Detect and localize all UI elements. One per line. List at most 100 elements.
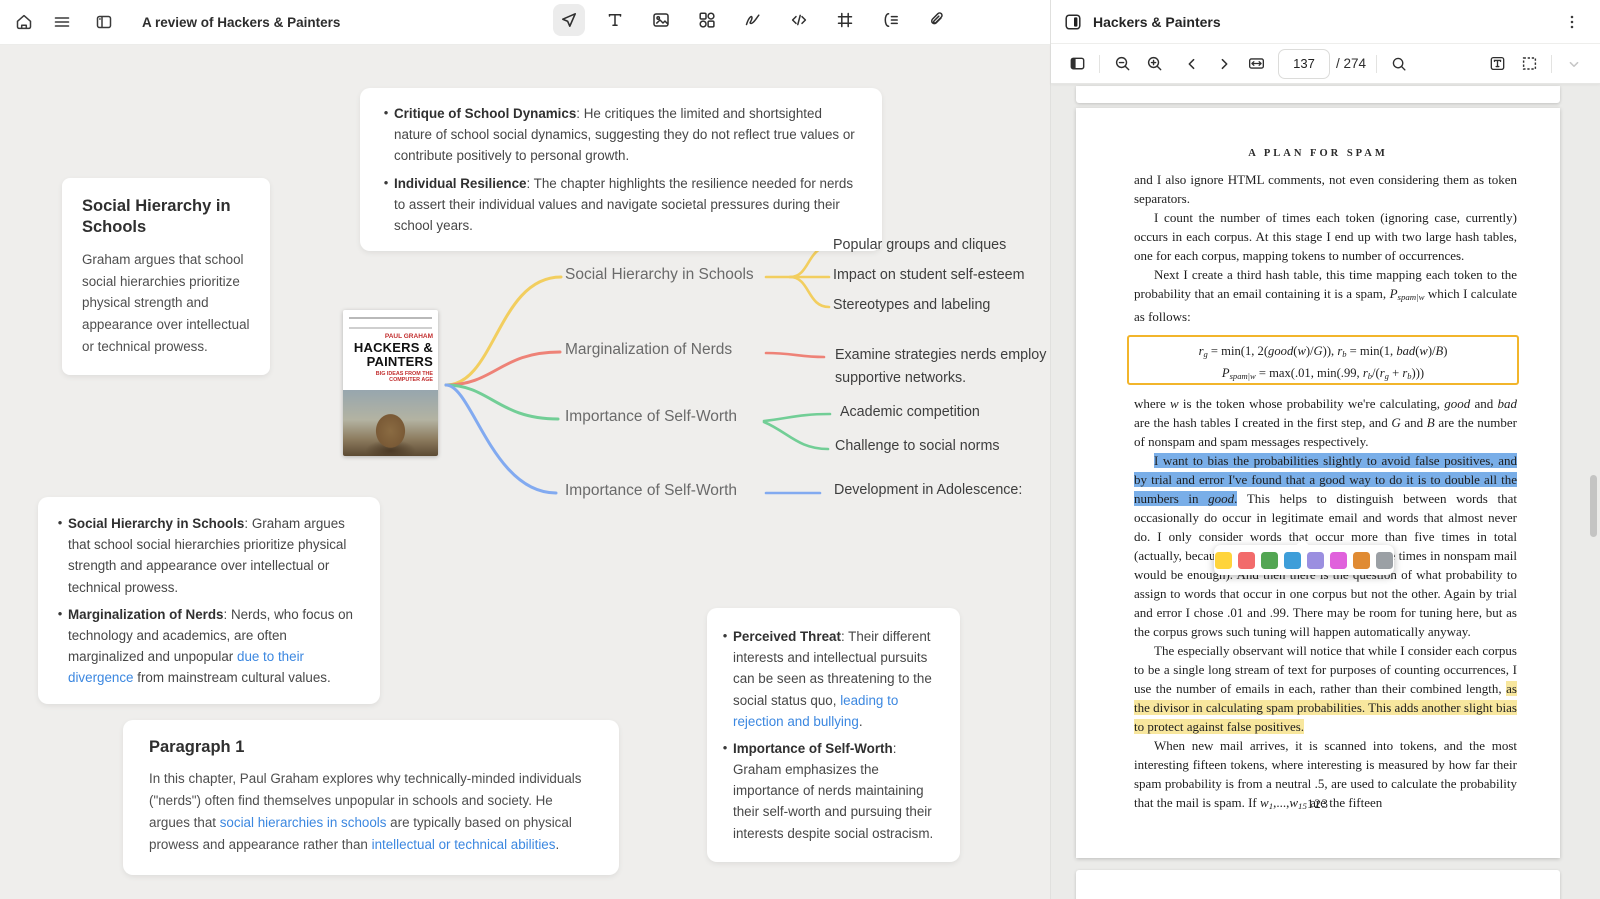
draw-tool-button[interactable] <box>737 4 769 36</box>
mindmap-node-social-hierarchy[interactable]: Social Hierarchy in Schools <box>565 266 754 284</box>
chevron-right-icon <box>1215 55 1233 73</box>
search-button[interactable] <box>1383 48 1415 80</box>
paragraph: I count the number of times each token (… <box>1134 208 1517 265</box>
chevron-left-icon <box>1183 55 1201 73</box>
shapes-icon <box>697 10 717 30</box>
image-icon <box>651 10 671 30</box>
paragraph: Next I create a third hash table, this t… <box>1134 265 1517 326</box>
cursor-icon <box>559 10 579 30</box>
divider <box>1551 55 1552 73</box>
zoom-in-icon <box>1145 54 1164 73</box>
zoom-in-button[interactable] <box>1138 48 1170 80</box>
page-total: / 274 <box>1336 56 1366 71</box>
zoom-out-icon <box>1113 54 1132 73</box>
book-subtitle: BIG IDEAS FROM THE COMPUTER AGE <box>343 369 438 386</box>
menu-button[interactable] <box>46 6 78 38</box>
paragraph: and I also ignore HTML comments, not eve… <box>1134 170 1517 208</box>
sidebar-toggle-button[interactable] <box>88 6 120 38</box>
mindmap-leaf[interactable]: Challenge to social norms <box>835 438 1000 454</box>
color-swatch-yellow[interactable] <box>1215 552 1232 569</box>
next-page-button[interactable] <box>1208 48 1240 80</box>
top-notes-card[interactable]: • Critique of School Dynamics: He critiq… <box>360 88 882 251</box>
area-select-mode-button[interactable] <box>1513 48 1545 80</box>
fit-width-button[interactable] <box>1240 48 1272 80</box>
color-swatch-magenta[interactable] <box>1330 552 1347 569</box>
frame-tool-button[interactable] <box>829 4 861 36</box>
outline-tool-button[interactable] <box>875 4 907 36</box>
book-cover[interactable]: PAUL GRAHAM HACKERS & PAINTERS BIG IDEAS… <box>343 310 438 456</box>
display-mode-dropdown[interactable] <box>1558 48 1590 80</box>
paragraph: where w is the token whose probability w… <box>1134 394 1517 451</box>
paragraph-card[interactable]: Paragraph 1 In this chapter, Paul Graham… <box>123 720 619 875</box>
divider <box>1099 55 1100 73</box>
canvas[interactable]: Social Hierarchy in Schools Graham argue… <box>0 44 1050 899</box>
mindmap-node-self-worth-2[interactable]: Importance of Self-Worth <box>565 482 737 500</box>
image-tool-button[interactable] <box>645 4 677 36</box>
bullet-dot: • <box>717 738 733 759</box>
color-swatch-orange[interactable] <box>1353 552 1370 569</box>
text-tool-button[interactable] <box>599 4 631 36</box>
attachment-tool-button[interactable] <box>921 4 953 36</box>
bullet-dot: • <box>52 513 68 534</box>
mindmap-leaf[interactable]: Impact on student self-esteem <box>833 267 1025 283</box>
pdf-toolbar: / 274 <box>1051 44 1600 84</box>
mindmap-node-marginalization[interactable]: Marginalization of Nerds <box>565 341 732 359</box>
paperclip-icon <box>927 10 947 30</box>
color-swatch-green[interactable] <box>1261 552 1278 569</box>
book-title-line1: HACKERS & <box>343 340 438 354</box>
bullet-text: Marginalization of Nerds: Nerds, who foc… <box>68 604 362 689</box>
book-author: PAUL GRAHAM <box>343 331 438 340</box>
color-swatch-blue[interactable] <box>1284 552 1301 569</box>
mindmap-node-self-worth-1[interactable]: Importance of Self-Worth <box>565 408 737 426</box>
prev-page-button[interactable] <box>1176 48 1208 80</box>
branch-line-yellow <box>446 277 561 385</box>
frame-grid-icon <box>835 10 855 30</box>
color-swatch-purple[interactable] <box>1307 552 1324 569</box>
zoom-out-button[interactable] <box>1106 48 1138 80</box>
list-item: • Critique of School Dynamics: He critiq… <box>378 103 858 167</box>
whiteboard-pane: A review of Hackers & Painters <box>0 0 1050 899</box>
summary-card[interactable]: Social Hierarchy in Schools Graham argue… <box>62 178 270 375</box>
select-tool-button[interactable] <box>553 4 585 36</box>
page-number-input[interactable] <box>1278 49 1330 79</box>
home-icon <box>14 12 34 32</box>
summary-card-body: Graham argues that school social hierarc… <box>82 249 250 358</box>
pdf-scrollbar-thumb[interactable] <box>1590 475 1597 537</box>
branch-line-red <box>446 352 560 385</box>
text-select-mode-button[interactable] <box>1481 48 1513 80</box>
pdf-title: Hackers & Painters <box>1093 14 1556 30</box>
pdf-viewer[interactable]: A PLAN FOR SPAM and I also ignore HTML c… <box>1051 84 1600 899</box>
shapes-tool-button[interactable] <box>691 4 723 36</box>
mindmap-leaf-clipped[interactable]: Examine strategies nerds employ to r sup… <box>835 344 1050 390</box>
list-item: • Individual Resilience: The chapter hig… <box>378 173 858 237</box>
mindmap-leaf[interactable]: Stereotypes and labeling <box>833 297 990 313</box>
left-notes-card[interactable]: • Social Hierarchy in Schools: Graham ar… <box>38 497 380 704</box>
topbar: A review of Hackers & Painters <box>0 0 1050 45</box>
code-tool-button[interactable] <box>783 4 815 36</box>
leaf-line: supportive networks. <box>835 367 1050 390</box>
mindmap-leaf[interactable]: Academic competition <box>840 404 980 420</box>
color-swatch-gray[interactable] <box>1376 552 1393 569</box>
formula-line-1: rg = min(1, 2(good(w)/G)), rb = min(1, b… <box>1129 342 1517 364</box>
fit-width-icon <box>1247 54 1266 73</box>
sidebar-panel-icon <box>94 12 114 32</box>
home-button[interactable] <box>8 6 40 38</box>
mindmap-leaf[interactable]: Development in Adolescence: <box>834 482 1022 498</box>
pen-scribble-icon <box>743 10 763 30</box>
pdf-page: A PLAN FOR SPAM and I also ignore HTML c… <box>1076 108 1560 858</box>
branch-line-green <box>446 385 558 419</box>
right-notes-card[interactable]: • Perceived Threat: Their different inte… <box>707 608 960 862</box>
mindmap-leaf[interactable]: Popular groups and cliques <box>833 237 1006 253</box>
pdf-sidebar-toggle-button[interactable] <box>1061 48 1093 80</box>
color-swatch-red[interactable] <box>1238 552 1255 569</box>
bullet-dot: • <box>717 626 733 647</box>
area-select-icon <box>1520 54 1539 73</box>
formula-annotation-box[interactable]: rg = min(1, 2(good(w)/G)), rb = min(1, b… <box>1127 335 1519 385</box>
pdf-more-button[interactable] <box>1556 6 1588 38</box>
panel-left-icon <box>1068 54 1087 73</box>
code-icon <box>789 10 809 30</box>
chevron-down-icon <box>1565 55 1583 73</box>
paragraph-with-yellow-highlight: The especially observant will notice tha… <box>1134 641 1517 736</box>
pdf-header: Hackers & Painters <box>1051 0 1600 44</box>
tower-of-babel-art <box>343 390 438 456</box>
